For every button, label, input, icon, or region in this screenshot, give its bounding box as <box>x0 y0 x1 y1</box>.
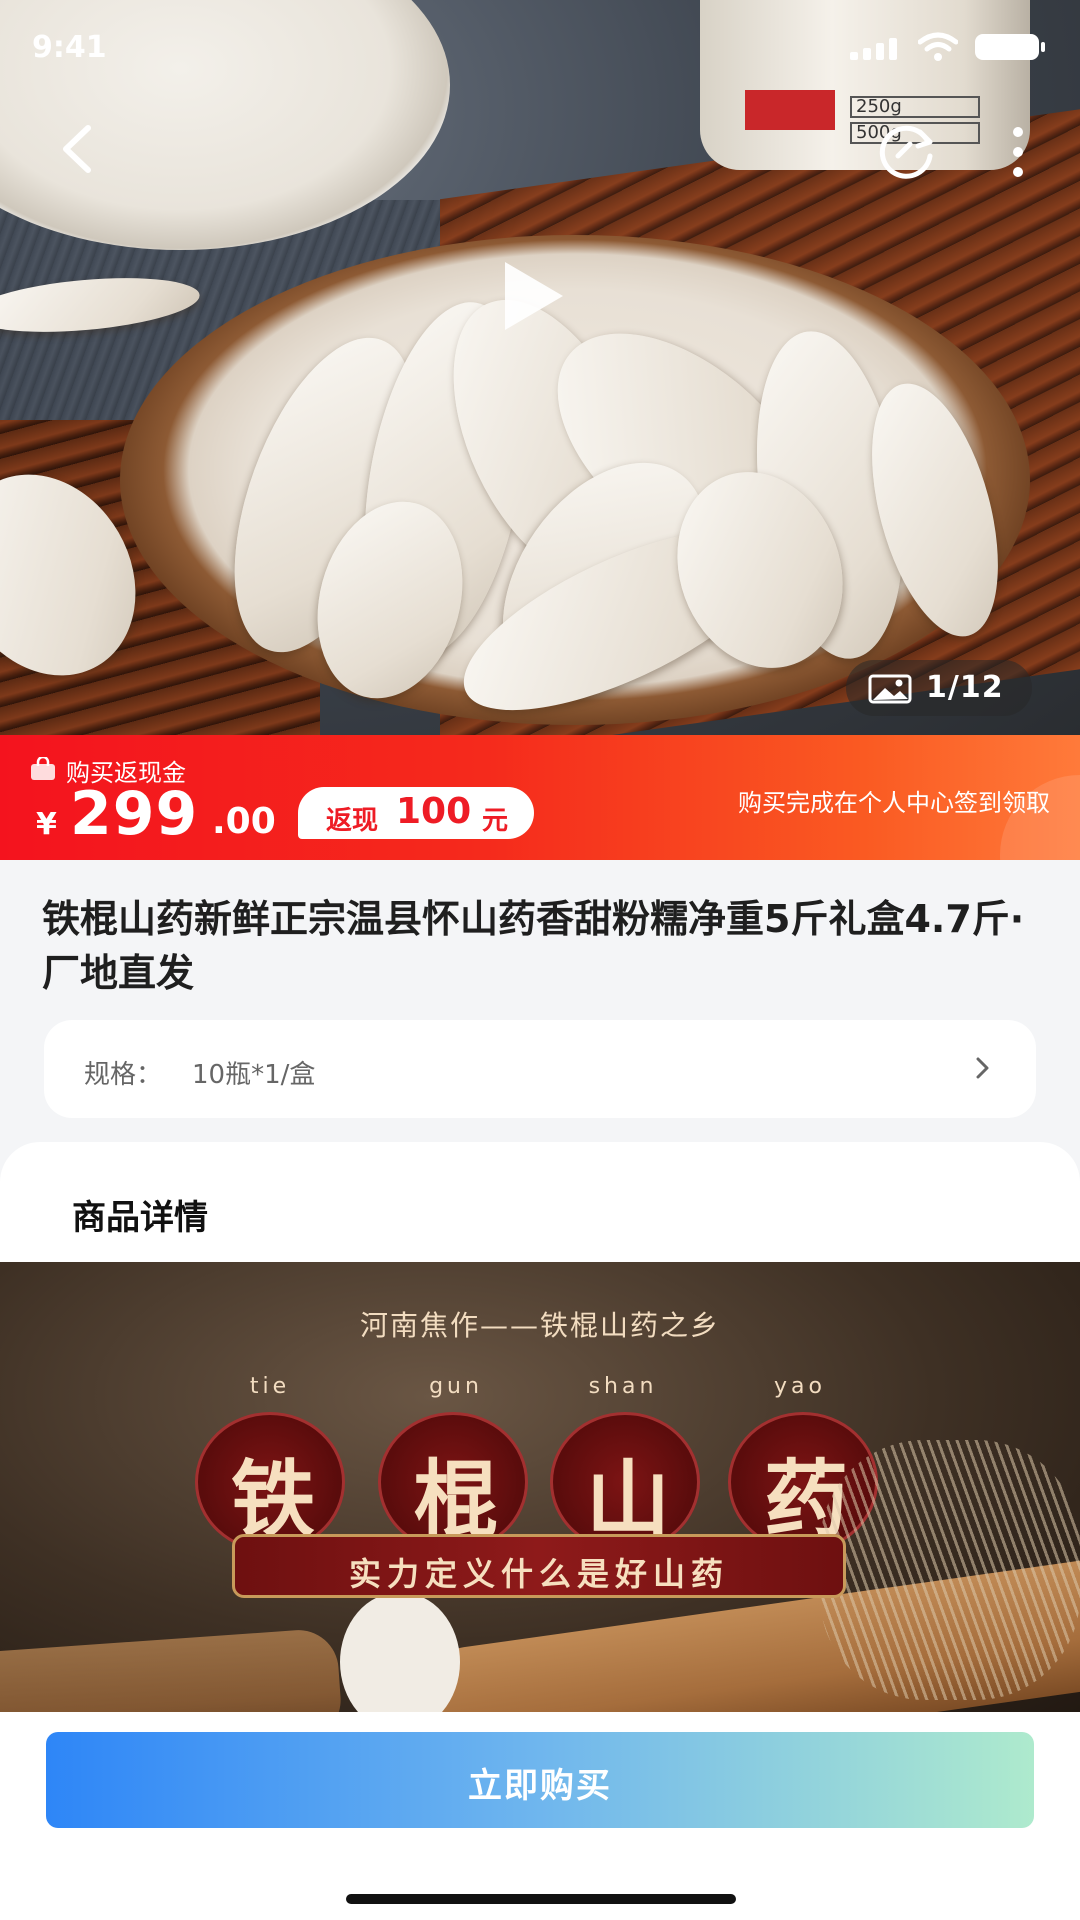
shopping-bag-icon <box>31 757 55 780</box>
banner-subtitle: 河南焦作——铁棍山药之乡 <box>359 1309 720 1342</box>
price-decimal: .00 <box>212 801 276 842</box>
back-arrow-icon[interactable] <box>52 122 106 176</box>
spec-label: 规格： <box>84 1060 163 1090</box>
detail-section-title: 商品详情 <box>72 1198 208 1238</box>
spec-selector[interactable]: 规格： 10瓶*1/盒 <box>44 1020 1036 1118</box>
refresh-icon[interactable] <box>876 120 938 182</box>
status-bar: 9:41 <box>0 0 1080 100</box>
price-banner: 购买返现金 ¥ 299 .00 返现 100 元 购买完成在个人中心签到领取 <box>0 735 1080 860</box>
yam-root <box>0 1627 344 1712</box>
cellular-signal-icon <box>850 38 900 60</box>
cashback-badge: 返现 100 元 <box>298 787 534 839</box>
wifi-icon <box>918 32 958 61</box>
price-integer: 299 <box>70 779 199 849</box>
product-detail-header: 商品详情 <box>0 1142 1080 1262</box>
product-image-gallery[interactable]: 250g 500g 9:41 1/12 <box>0 0 1080 735</box>
more-options-icon[interactable] <box>1004 126 1032 178</box>
cashback-prefix: 返现 <box>326 806 379 836</box>
currency-symbol: ¥ <box>36 807 57 842</box>
play-video-icon[interactable] <box>505 262 563 330</box>
slogan-banner: 实力定义什么是好山药 <box>232 1534 846 1598</box>
yam-cut-end <box>340 1592 460 1712</box>
pinyin-yao: yao <box>774 1374 826 1399</box>
hanzi-badge-tie: 铁 <box>195 1412 345 1552</box>
battery-icon <box>975 34 1045 60</box>
cashback-unit: 元 <box>482 806 509 836</box>
home-indicator <box>346 1894 736 1904</box>
hanzi-badge-gun: 棍 <box>378 1412 528 1552</box>
cashback-amount: 100 <box>396 791 472 832</box>
pinyin-tie: tie <box>249 1374 291 1399</box>
slogan-text: 实力定义什么是好山药 <box>348 1555 729 1593</box>
buy-now-button[interactable]: 立即购买 <box>46 1732 1034 1828</box>
status-time: 9:41 <box>32 30 107 65</box>
twine-decoration <box>820 1440 1080 1700</box>
signin-tip: 购买完成在个人中心签到领取 <box>738 789 1050 817</box>
chevron-right-icon <box>976 1057 989 1079</box>
buy-now-label: 立即购买 <box>468 1767 612 1805</box>
image-icon <box>868 674 912 704</box>
image-counter-text: 1/12 <box>926 670 1004 705</box>
pinyin-gun: gun <box>429 1374 483 1399</box>
hanzi-badge-shan: 山 <box>550 1412 700 1552</box>
image-counter: 1/12 <box>846 660 1032 716</box>
pinyin-shan: shan <box>588 1374 658 1399</box>
spec-value: 10瓶*1/盒 <box>192 1060 316 1090</box>
product-title: 铁棍山药新鲜正宗温县怀山药香甜粉糯净重5斤礼盒4.7斤·厂地直发 <box>42 897 1025 995</box>
